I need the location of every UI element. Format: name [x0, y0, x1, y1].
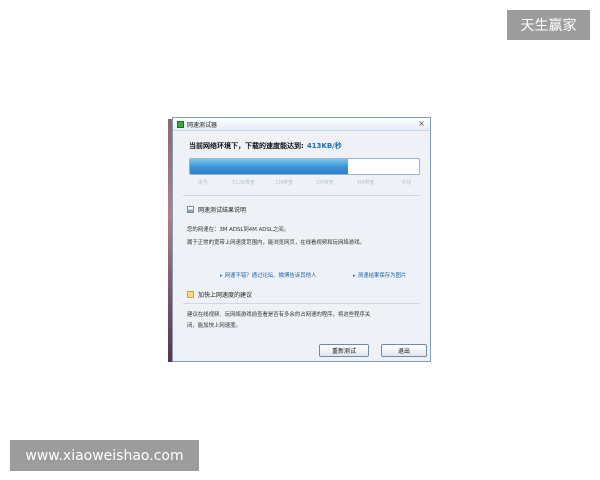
tips-line-1: 建议在线视频、玩网络游戏前查看是否有多余的占网速的程序，将这些程序关 — [187, 312, 371, 318]
title-bar: 网速测试器 × — [173, 118, 430, 131]
exit-button[interactable]: 退出 — [381, 344, 427, 357]
progress-fill — [190, 159, 348, 174]
app-icon — [177, 120, 184, 128]
tick-label: 拨号 — [197, 180, 208, 186]
tick-label: 专线 — [401, 180, 412, 186]
save-link-label: 测速结果保存为图片 — [357, 273, 407, 279]
share-result-link[interactable]: ▸ 网速不错？通过论坛、微博告诉其他人 — [220, 271, 316, 279]
result-heading-label: 网速测试结果说明 — [198, 207, 247, 214]
tips-heading-label: 加快上网速度的建议 — [198, 292, 253, 299]
divider — [183, 303, 420, 304]
speed-test-window: 网速测试器 × 当前网络环境下，下载的速度能达到: 413KB/秒 拨号 512K带… — [172, 117, 431, 362]
arrow-icon: ▸ — [220, 273, 223, 279]
speed-value: 413KB/秒 — [306, 142, 342, 150]
speed-headline: 当前网络环境下，下载的速度能达到: 413KB/秒 — [189, 141, 430, 151]
save-result-link[interactable]: ▸ 测速结果保存为图片 — [353, 271, 406, 279]
tips-section-heading: 加快上网速度的建议 — [187, 290, 252, 299]
result-section-heading: 网速测试结果说明 — [187, 205, 246, 214]
share-link-label: 网速不错？通过论坛、微博告诉其他人 — [224, 273, 317, 279]
close-icon[interactable]: × — [417, 120, 426, 128]
speed-progress-bar — [189, 158, 420, 175]
result-line-1: 您的网速在：3M ADSL到4M ADSL之间。 — [187, 227, 290, 233]
result-line-2: 属于正常的宽带上网速度范围内，能浏览网页，在线看视频和玩网络游戏。 — [187, 240, 365, 246]
arrow-icon: ▸ — [353, 273, 356, 279]
folder-icon — [187, 291, 194, 298]
window-title: 网速测试器 — [187, 121, 218, 129]
retest-button[interactable]: 重新测试 — [319, 344, 369, 357]
progress-ticks: 拨号 512K带宽 1M带宽 2M带宽 4M带宽 专线 — [189, 179, 420, 187]
tick-label: 4M带宽 — [356, 180, 375, 186]
tick-label: 1M带宽 — [275, 180, 293, 186]
headline-label: 当前网络环境下，下载的速度能达到: — [189, 142, 304, 150]
divider — [183, 195, 420, 196]
watermark-top: 天生赢家 — [507, 10, 590, 40]
chart-icon — [187, 206, 194, 213]
tips-line-2: 闭，能加快上网速度。 — [187, 323, 241, 329]
watermark-bottom: www.xiaoweishao.com — [10, 440, 199, 471]
tick-label: 512K带宽 — [232, 180, 255, 186]
tick-label: 2M带宽 — [316, 180, 334, 186]
